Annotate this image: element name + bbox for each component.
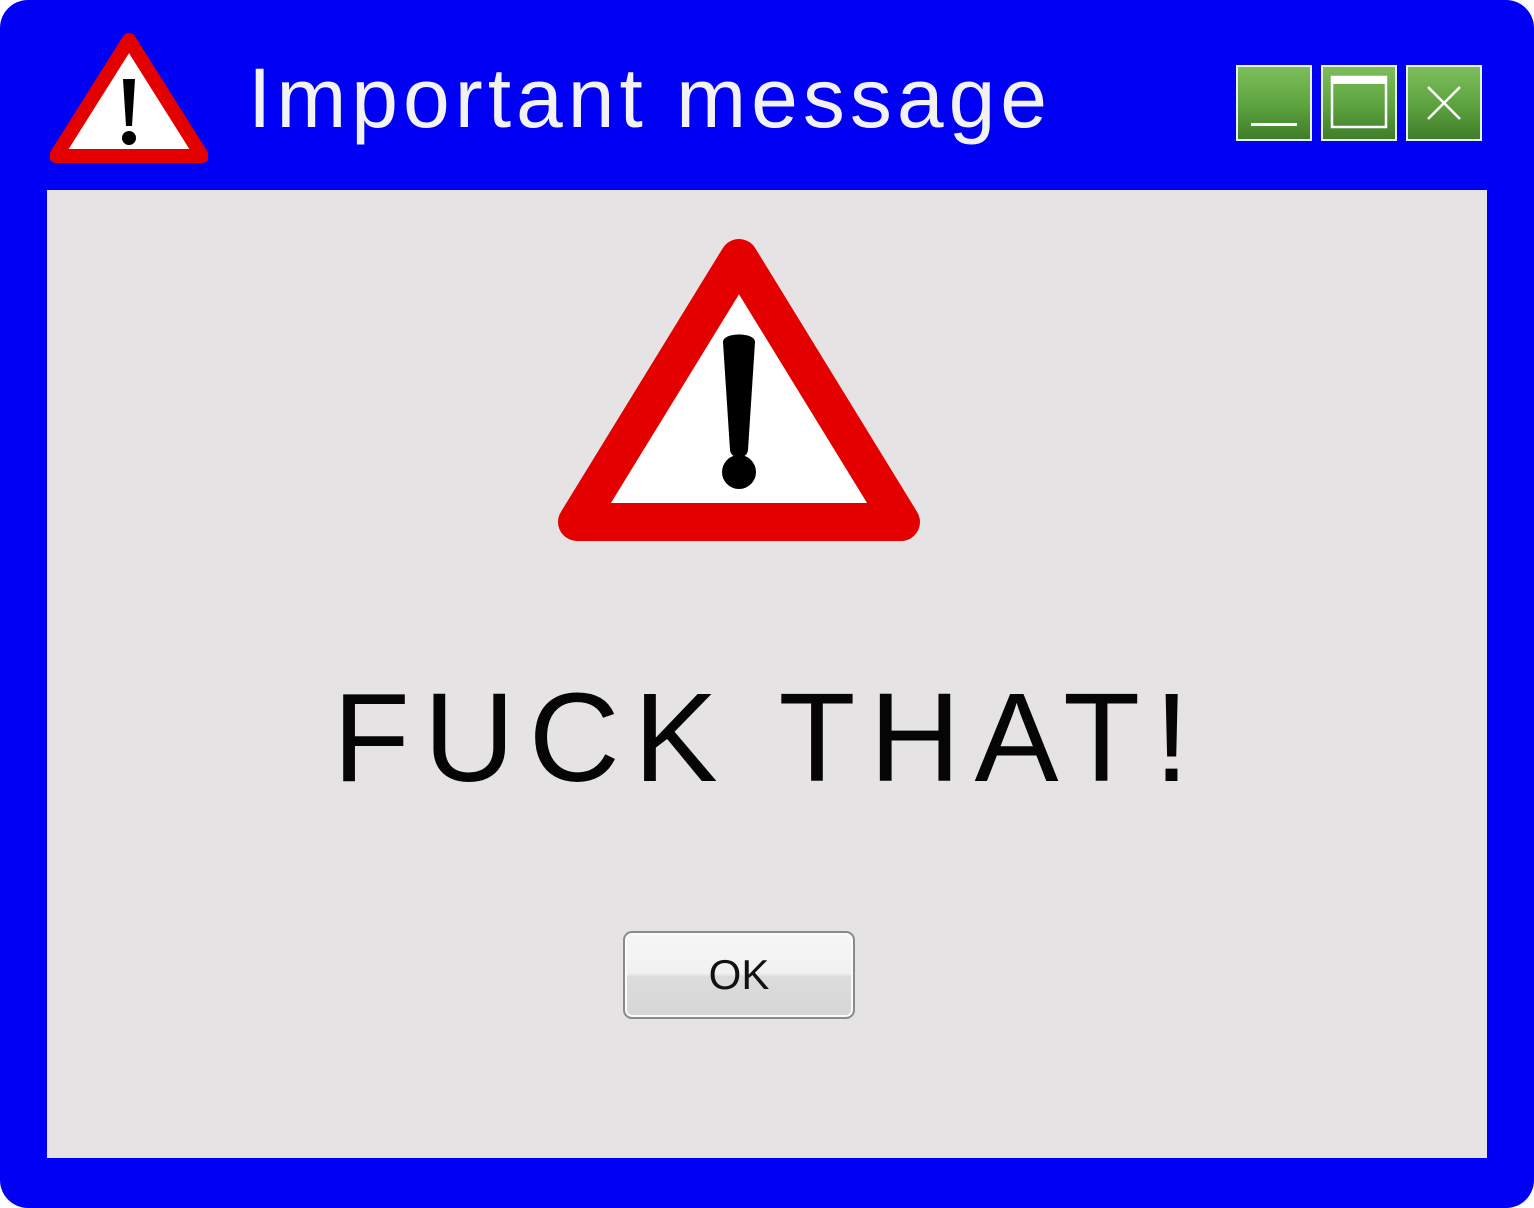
dialog-content: FUCK THAT! OK: [47, 190, 1487, 1158]
minimize-icon: [1251, 123, 1297, 126]
close-icon: [1427, 86, 1461, 120]
close-button[interactable]: [1406, 65, 1482, 141]
warning-triangle-icon: [558, 239, 920, 541]
dialog-window: Important message FUCK THAT! OK: [0, 0, 1534, 1208]
maximize-button[interactable]: [1321, 65, 1397, 141]
maximize-icon: [1330, 75, 1388, 129]
window-title: Important message: [248, 51, 1053, 145]
dialog-message: FUCK THAT!: [332, 667, 1204, 808]
minimize-button[interactable]: [1236, 65, 1312, 141]
ok-button[interactable]: OK: [623, 931, 855, 1019]
warning-triangle-icon: [50, 33, 208, 163]
title-bar[interactable]: Important message: [0, 0, 1534, 190]
